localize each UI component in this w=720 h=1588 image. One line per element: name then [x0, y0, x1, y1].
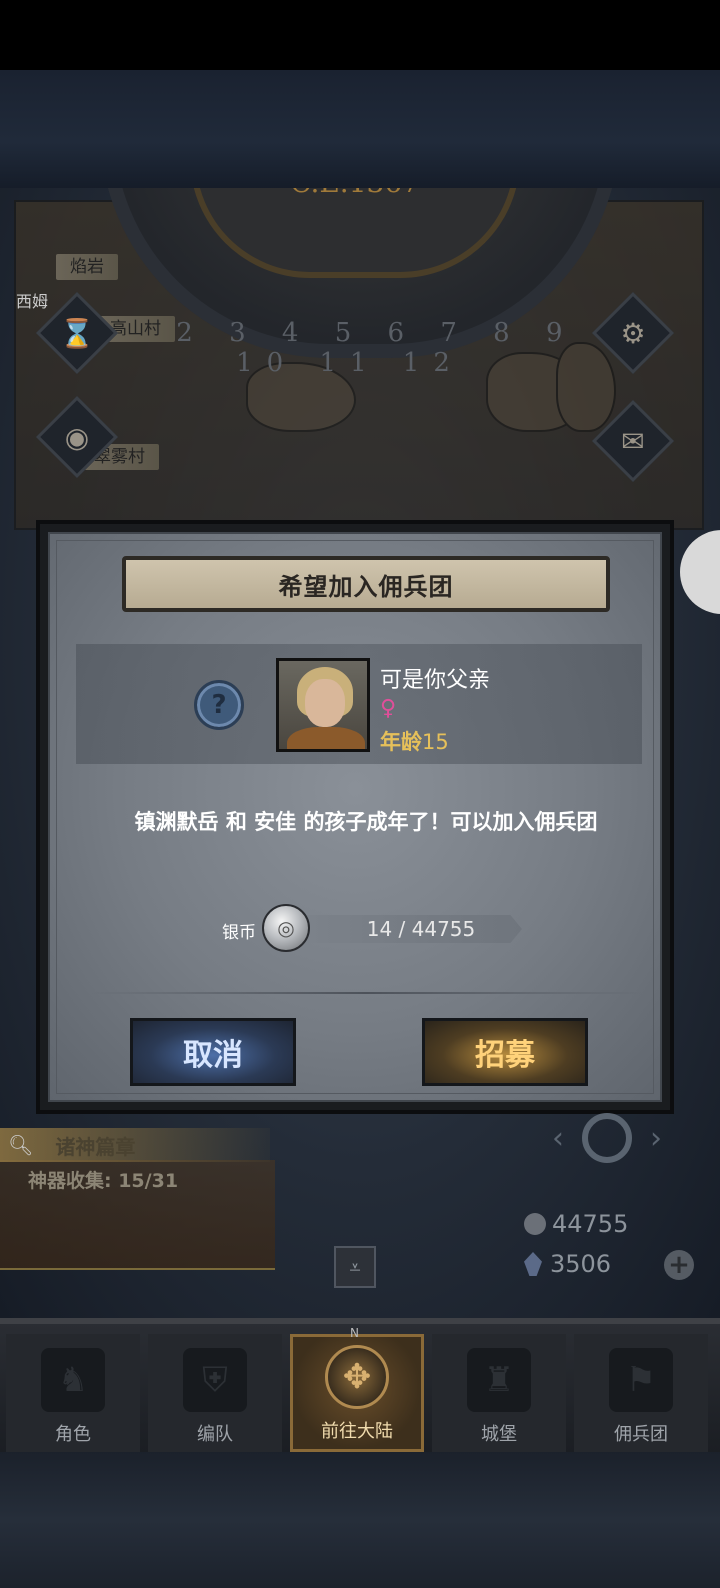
nav-item-character[interactable]: ♞ 角色 [6, 1334, 140, 1452]
nav-item-continent[interactable]: ✥ 前往大陆 [290, 1334, 424, 1452]
cancel-button[interactable]: 取消 [130, 1018, 296, 1086]
month-numbers: 1 2 3 4 5 6 7 8 9 10 11 12 [123, 318, 577, 378]
region-label: 西姆 [16, 292, 49, 311]
silver-coin-icon [524, 1213, 546, 1235]
compass-north-label: N [350, 1326, 359, 1340]
money-bag-icon: ◉ [64, 420, 90, 454]
helmet-icon: ⛨ [183, 1348, 247, 1412]
locate-control[interactable]: ‹ › [552, 1110, 662, 1166]
gear-icon: ⚙ [620, 316, 646, 350]
silver-resource: 44755 [524, 1210, 628, 1238]
search-icon: 🔍︎ [8, 1133, 34, 1157]
collapse-button[interactable]: ⩡ [334, 1246, 376, 1288]
crystal-amount: 3506 [550, 1250, 612, 1278]
artifact-progress: 神器收集: 15/31 [28, 1170, 179, 1192]
recruit-button[interactable]: 招募 [422, 1018, 588, 1086]
crystal-resource: 3506 [524, 1250, 611, 1278]
cost-row: 银币 ◎ 14 / 44755 [50, 904, 660, 954]
village-label-1[interactable]: 焰岩 [56, 254, 118, 280]
recruit-dialog: 希望加入佣兵团 ? 可是你父亲 ♀ 年龄15 镇渊默岳 和 安佳 的孩子成年了！… [36, 520, 674, 1114]
dialog-body: 希望加入佣兵团 ? 可是你父亲 ♀ 年龄15 镇渊默岳 和 安佳 的孩子成年了！… [48, 532, 662, 1102]
age-value: 15 [422, 730, 449, 754]
quest-title: 诸神篇章 [55, 1134, 136, 1159]
character-name: 可是你父亲 [380, 668, 491, 693]
compass-icon: ✥ [325, 1345, 389, 1409]
nav-label: 角色 [55, 1424, 91, 1445]
arrow-left-icon: ‹ [552, 1120, 564, 1156]
nav-label: 编队 [197, 1424, 233, 1445]
chevron-down-icon: ⩡ [349, 1255, 361, 1279]
bottom-nav: ♞ 角色 ⛨ 编队 ✥ 前往大陆 ♜ 城堡 ⚑ 佣兵团 [0, 1318, 720, 1452]
mail-icon: ✉ [621, 424, 645, 458]
female-icon: ♀ [380, 696, 397, 721]
character-age: 年龄15 [380, 726, 449, 756]
add-resource-button[interactable]: + [664, 1250, 694, 1280]
cost-label: 银币 [222, 923, 256, 943]
dialog-title-banner: 希望加入佣兵团 [122, 556, 610, 612]
silver-amount: 44755 [552, 1210, 629, 1238]
divider [90, 992, 642, 994]
nav-item-castle[interactable]: ♜ 城堡 [432, 1334, 566, 1452]
nav-label: 城堡 [481, 1424, 517, 1445]
nav-item-mercenary[interactable]: ⚑ 佣兵团 [574, 1334, 708, 1452]
bottom-band [0, 1452, 720, 1588]
portrait-body [287, 727, 365, 749]
crystal-icon [524, 1252, 542, 1276]
target-icon [582, 1113, 632, 1163]
character-panel: ? 可是你父亲 ♀ 年龄15 [76, 644, 642, 764]
dialog-message: 镇渊默岳 和 安佳 的孩子成年了！可以加入佣兵团 [134, 810, 598, 834]
age-label: 年龄 [380, 730, 422, 754]
hourglass-icon: ⌛ [59, 316, 95, 350]
ship-icon: ⚑ [609, 1348, 673, 1412]
top-band [0, 70, 720, 190]
dialog-title: 希望加入佣兵团 [278, 572, 454, 601]
knight-icon: ♞ [41, 1348, 105, 1412]
help-icon[interactable]: ? [194, 680, 244, 730]
era-text: C.E.1367 [196, 188, 514, 199]
castle-icon: ♜ [467, 1348, 531, 1412]
silver-coin-icon: ◎ [262, 904, 310, 952]
portrait-face [305, 679, 345, 727]
nav-label: 佣兵团 [614, 1424, 668, 1445]
status-area [0, 0, 720, 70]
arrow-right-icon: › [650, 1120, 662, 1156]
cost-value: 14 / 44755 [366, 917, 476, 941]
quest-bar[interactable]: 🔍︎ 诸神篇章 [0, 1128, 270, 1162]
character-portrait[interactable] [276, 658, 370, 752]
nav-item-formation[interactable]: ⛨ 编队 [148, 1334, 282, 1452]
nav-label: 前往大陆 [321, 1421, 393, 1442]
